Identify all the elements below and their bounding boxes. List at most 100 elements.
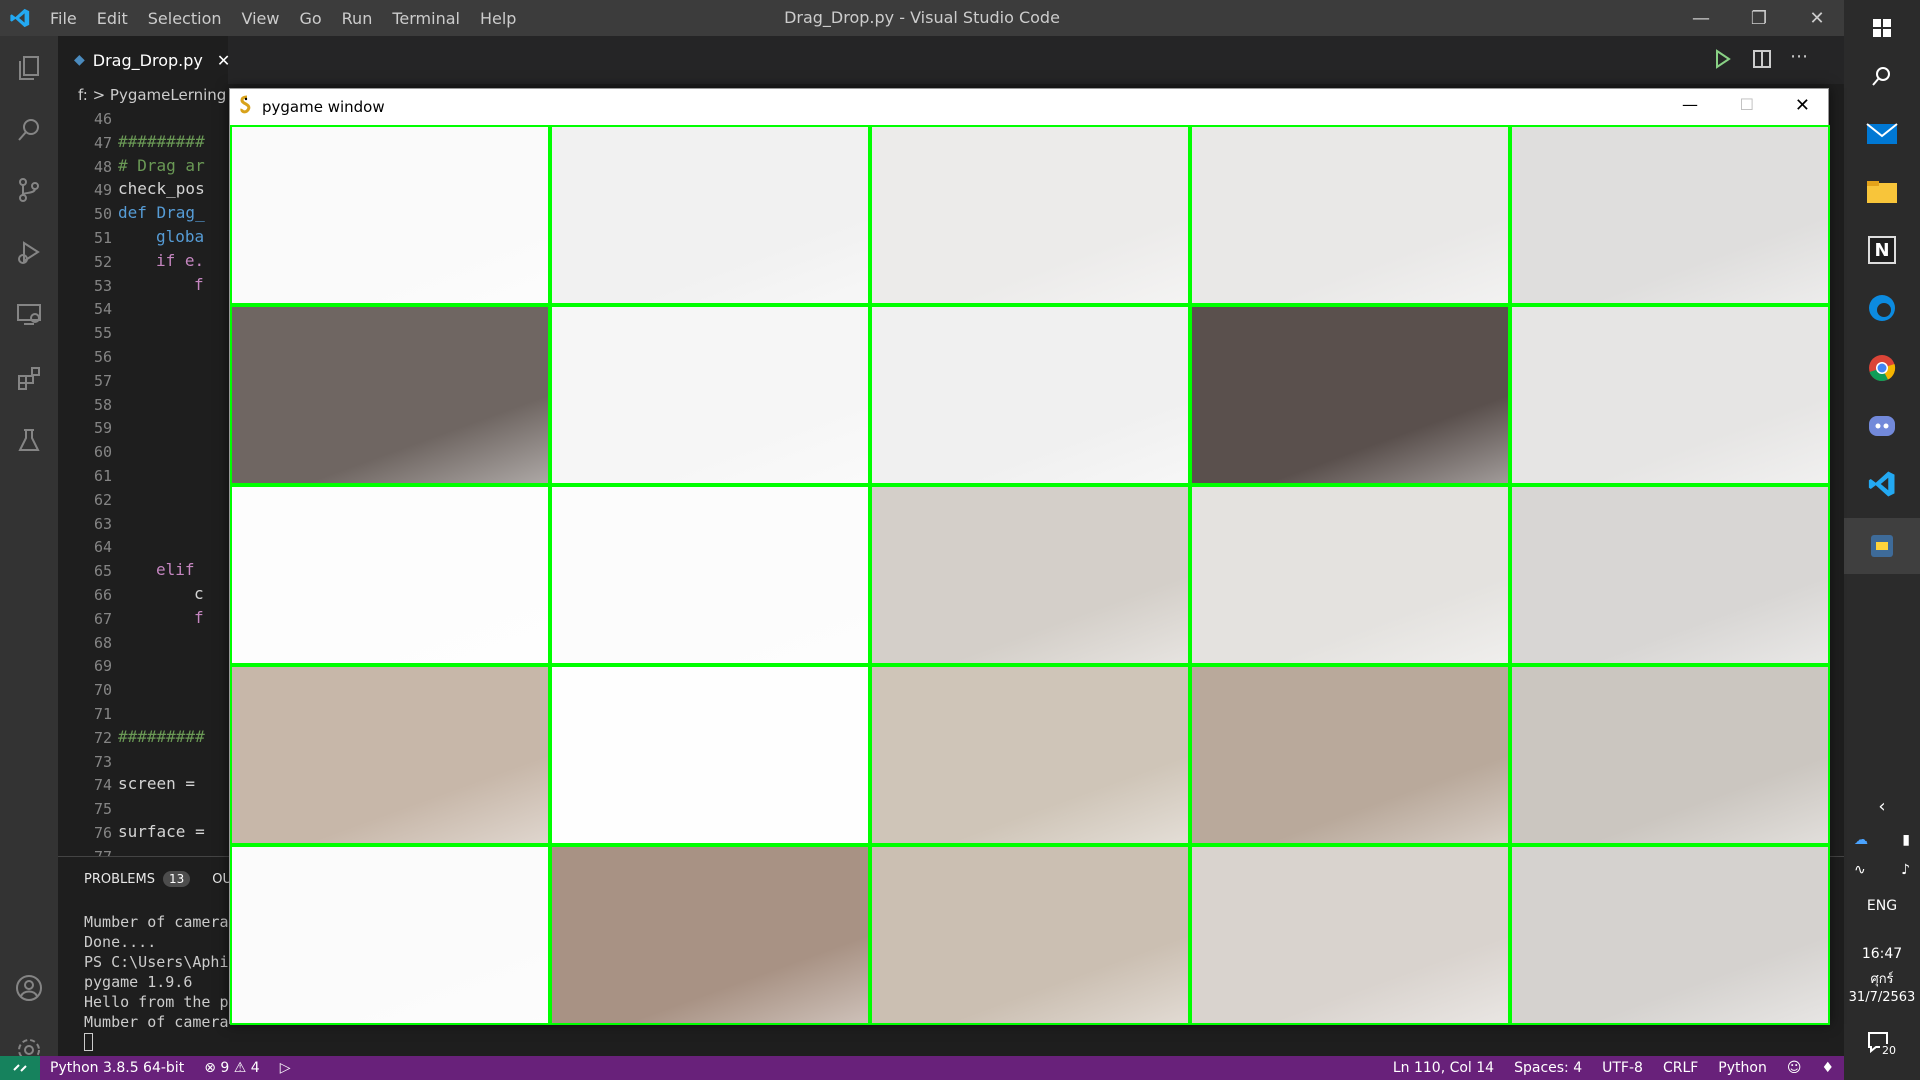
puzzle-tile[interactable]: [1512, 127, 1828, 303]
code-line[interactable]: surface =: [118, 822, 205, 841]
puzzle-tile[interactable]: [1512, 307, 1828, 483]
code-line[interactable]: #########: [118, 132, 205, 151]
puzzle-tile[interactable]: [872, 127, 1188, 303]
puzzle-tile[interactable]: [552, 487, 868, 663]
menu-terminal[interactable]: Terminal: [382, 9, 470, 28]
wifi-icon[interactable]: ∿: [1854, 862, 1866, 878]
tab-label: Drag_Drop.py: [92, 50, 203, 70]
mail-app-icon[interactable]: [1844, 106, 1920, 162]
puzzle-tile[interactable]: [552, 127, 868, 303]
edge-browser-icon[interactable]: [1844, 280, 1920, 336]
language-mode[interactable]: Python: [1708, 1060, 1777, 1076]
puzzle-tile[interactable]: [1192, 667, 1508, 843]
menu-run[interactable]: Run: [332, 9, 383, 28]
problems-summary[interactable]: ⊗ 9 ⚠ 4: [194, 1060, 270, 1076]
code-line[interactable]: f: [194, 275, 204, 294]
battery-icon[interactable]: ▮: [1902, 832, 1910, 848]
puzzle-tile[interactable]: [232, 667, 548, 843]
clock-date[interactable]: 31/7/2563: [1844, 990, 1920, 1005]
menu-edit[interactable]: Edit: [87, 9, 138, 28]
puzzle-grid[interactable]: [230, 125, 1830, 1025]
more-actions-icon[interactable]: ⋯: [1790, 46, 1808, 67]
remote-indicator-icon[interactable]: [0, 1056, 40, 1080]
code-line[interactable]: screen =: [118, 774, 205, 793]
clock-time[interactable]: 16:47: [1844, 946, 1920, 962]
puzzle-tile[interactable]: [232, 487, 548, 663]
puzzle-tile[interactable]: [1192, 127, 1508, 303]
end-of-line[interactable]: CRLF: [1653, 1060, 1708, 1076]
python-interpreter[interactable]: Python 3.8.5 64-bit: [40, 1060, 194, 1076]
puzzle-tile[interactable]: [1192, 847, 1508, 1023]
pygame-maximize-button[interactable]: ☐: [1740, 95, 1754, 114]
code-line[interactable]: f: [194, 608, 204, 627]
notifications-bell-icon[interactable]: ♦: [1811, 1060, 1844, 1076]
extensions-icon[interactable]: [0, 352, 58, 404]
encoding[interactable]: UTF-8: [1592, 1060, 1653, 1076]
code-line[interactable]: # Drag ar: [118, 156, 205, 175]
notion-icon[interactable]: N: [1844, 222, 1920, 278]
puzzle-tile[interactable]: [232, 307, 548, 483]
account-icon[interactable]: [0, 962, 58, 1014]
puzzle-tile[interactable]: [1512, 667, 1828, 843]
puzzle-tile[interactable]: [872, 847, 1188, 1023]
code-line[interactable]: #########: [118, 727, 205, 746]
explorer-icon[interactable]: [0, 42, 58, 94]
testing-flask-icon[interactable]: [0, 414, 58, 466]
action-center-icon[interactable]: 20: [1866, 1030, 1906, 1064]
cursor-position[interactable]: Ln 110, Col 14: [1383, 1060, 1504, 1076]
vscode-taskbar-icon[interactable]: [1844, 456, 1920, 512]
puzzle-tile[interactable]: [552, 307, 868, 483]
tab-problems[interactable]: PROBLEMS: [84, 872, 155, 887]
code-line[interactable]: c: [194, 584, 204, 603]
discord-icon[interactable]: [1844, 398, 1920, 454]
puzzle-tile[interactable]: [1512, 487, 1828, 663]
code-line[interactable]: def Drag_: [118, 203, 205, 222]
clock-day[interactable]: ศุกร์: [1844, 968, 1920, 989]
indentation[interactable]: Spaces: 4: [1504, 1060, 1592, 1076]
onedrive-icon[interactable]: ☁: [1854, 832, 1868, 848]
menu-view[interactable]: View: [232, 9, 290, 28]
code-line[interactable]: check_pos: [118, 179, 205, 198]
pygame-minimize-button[interactable]: —: [1682, 95, 1698, 114]
menu-file[interactable]: File: [40, 9, 87, 28]
remote-explorer-icon[interactable]: [0, 288, 58, 340]
code-line[interactable]: globa: [156, 227, 204, 246]
run-debug-icon[interactable]: [0, 226, 58, 278]
feedback-icon[interactable]: ☺: [1777, 1060, 1812, 1076]
puzzle-tile[interactable]: [872, 487, 1188, 663]
pygame-close-button[interactable]: ✕: [1795, 95, 1810, 116]
tab-close-icon[interactable]: ✕: [217, 51, 230, 70]
puzzle-tile[interactable]: [1192, 307, 1508, 483]
chrome-browser-icon[interactable]: [1844, 340, 1920, 396]
puzzle-tile[interactable]: [872, 667, 1188, 843]
pygame-title-bar[interactable]: pygame window — ☐ ✕: [230, 89, 1828, 125]
search-icon[interactable]: [0, 104, 58, 156]
menu-selection[interactable]: Selection: [138, 9, 232, 28]
run-file-icon[interactable]: [1714, 48, 1732, 74]
pygame-window[interactable]: pygame window — ☐ ✕: [229, 88, 1830, 1025]
code-line[interactable]: if e.: [156, 251, 204, 270]
puzzle-tile[interactable]: [1512, 847, 1828, 1023]
puzzle-tile[interactable]: [232, 127, 548, 303]
minimize-button[interactable]: —: [1672, 0, 1730, 36]
file-explorer-icon[interactable]: [1844, 164, 1920, 220]
split-editor-icon[interactable]: [1752, 48, 1772, 74]
puzzle-tile[interactable]: [872, 307, 1188, 483]
show-hidden-icons-chevron-icon[interactable]: ‹: [1844, 796, 1920, 817]
menu-go[interactable]: Go: [289, 9, 331, 28]
run-status-icon[interactable]: ▷: [270, 1060, 301, 1076]
volume-icon[interactable]: ♪: [1901, 862, 1910, 878]
restore-button[interactable]: ❐: [1730, 0, 1788, 36]
code-line[interactable]: elif: [156, 560, 195, 579]
puzzle-tile[interactable]: [232, 847, 548, 1023]
puzzle-tile[interactable]: [552, 667, 868, 843]
menu-help[interactable]: Help: [470, 9, 526, 28]
taskbar-search-icon[interactable]: [1844, 48, 1920, 104]
puzzle-tile[interactable]: [1192, 487, 1508, 663]
input-language[interactable]: ENG: [1844, 898, 1920, 914]
source-control-icon[interactable]: [0, 164, 58, 216]
close-button[interactable]: ✕: [1788, 0, 1846, 36]
tab-drag-drop[interactable]: ◆ Drag_Drop.py ✕: [58, 36, 230, 84]
puzzle-tile[interactable]: [552, 847, 868, 1023]
python-taskbar-icon[interactable]: [1844, 518, 1920, 574]
